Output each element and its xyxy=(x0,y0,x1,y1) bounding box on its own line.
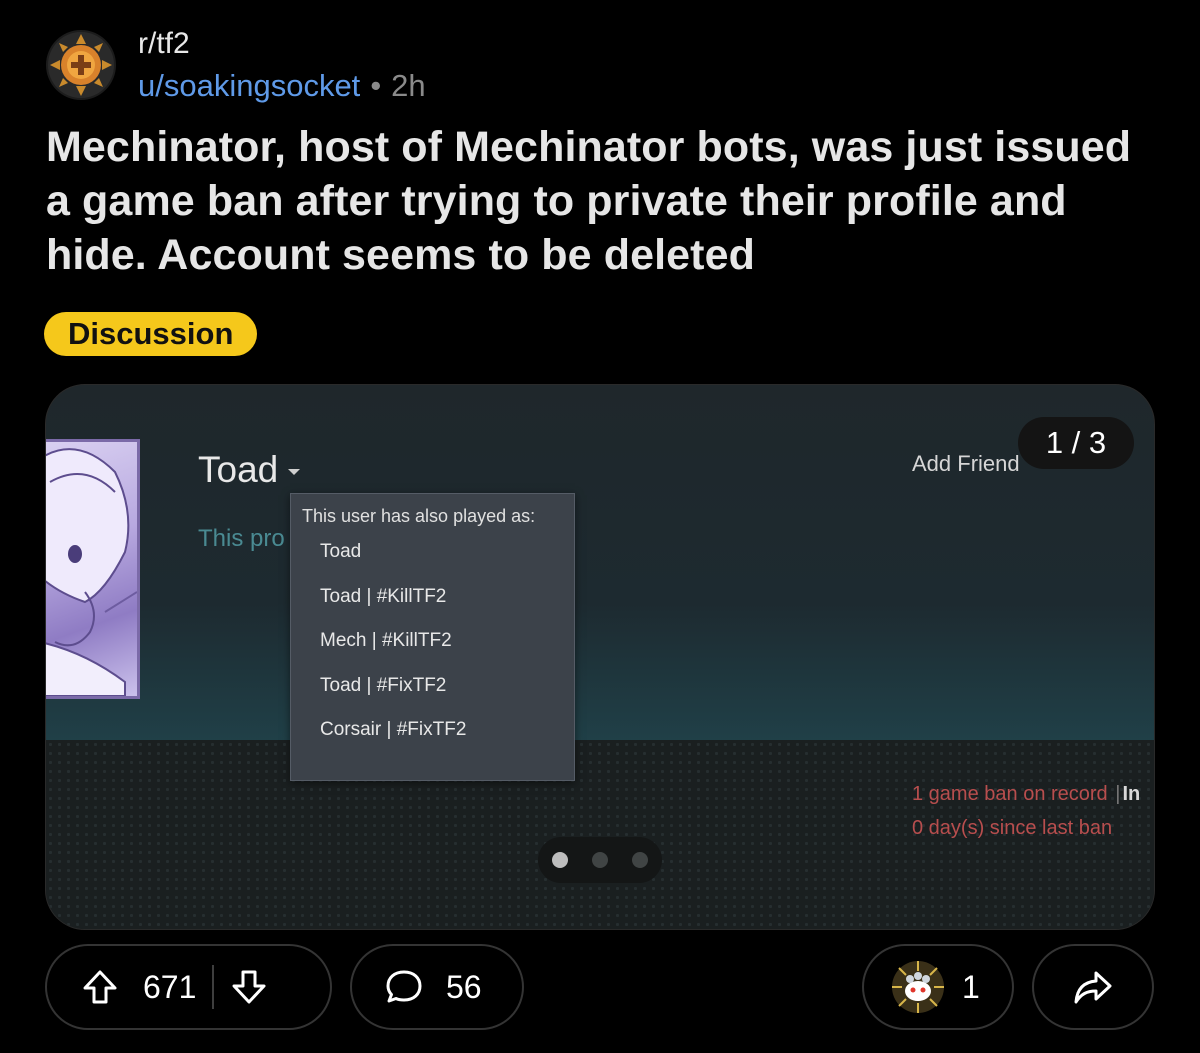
anime-portrait-icon xyxy=(46,448,137,696)
arrow-down-icon xyxy=(232,970,266,1004)
share-button[interactable] xyxy=(1032,944,1154,1030)
award-icon-wrap xyxy=(890,959,946,1015)
chevron-down-icon[interactable] xyxy=(288,469,301,476)
comment-icon-wrap xyxy=(384,967,424,1007)
subreddit-name[interactable]: r/tf2 xyxy=(138,26,426,62)
ban-separator: | xyxy=(1115,783,1121,805)
subreddit-avatar[interactable] xyxy=(46,30,116,100)
comment-bubble-icon xyxy=(386,970,422,1003)
pager-dot[interactable] xyxy=(632,852,648,868)
downvote-button[interactable] xyxy=(230,968,268,1006)
meta-separator: • xyxy=(370,68,382,103)
flair-badge[interactable]: Discussion xyxy=(44,312,258,356)
vote-divider xyxy=(212,965,215,1009)
alias-item: Toad xyxy=(320,541,362,562)
upvote-count: 671 xyxy=(143,968,197,1005)
post-title[interactable]: Mechinator, host of Mechinator bots, was… xyxy=(46,120,1156,282)
private-profile-text: This pro xyxy=(198,525,285,552)
upvote-button[interactable] xyxy=(81,968,119,1006)
arrow-up-icon xyxy=(83,970,117,1004)
image-counter: 1 / 3 xyxy=(1018,417,1134,469)
award-count: 1 xyxy=(962,968,980,1005)
alias-item: Mech | #KillTF2 xyxy=(320,630,452,651)
ban-status: 1 game ban on record | In 0 day(s) since … xyxy=(912,777,1140,845)
alias-dropdown-header: This user has also played as: xyxy=(302,506,536,526)
tf2-logo-icon xyxy=(48,32,114,98)
alias-item: Toad | #KillTF2 xyxy=(320,585,447,607)
award-button[interactable]: 1 xyxy=(862,944,1014,1030)
carousel-pager[interactable] xyxy=(538,837,662,883)
post-header: r/tf2 u/soakingsocket • 2h xyxy=(46,22,1146,112)
days-since-ban: 0 day(s) since last ban xyxy=(912,817,1113,839)
comment-count: 56 xyxy=(446,968,482,1005)
pager-dot[interactable] xyxy=(592,852,608,868)
media-carousel[interactable]: Toad This pro Add Friend ... 1 / 3 This … xyxy=(45,384,1155,930)
alias-item: Corsair | #FixTF2 xyxy=(320,719,467,740)
alias-item: Toad | #FixTF2 xyxy=(320,674,447,696)
post-age: 2h xyxy=(391,68,426,103)
add-friend-button[interactable]: Add Friend xyxy=(912,451,1020,477)
ban-count-text: 1 game ban on record xyxy=(912,783,1108,805)
author-link[interactable]: u/soakingsocket xyxy=(138,68,360,103)
alias-dropdown: This user has also played as: Toad Toad … xyxy=(290,493,575,781)
ban-info-link[interactable]: In xyxy=(1122,783,1140,805)
award-icon xyxy=(892,961,944,1013)
comments-button[interactable]: 56 xyxy=(350,944,524,1030)
vote-bar: 671 xyxy=(45,944,332,1030)
profile-avatar-image xyxy=(46,439,140,699)
pager-dot-active[interactable] xyxy=(552,852,568,868)
profile-name[interactable]: Toad xyxy=(198,449,301,491)
share-arrow-icon xyxy=(1074,971,1112,1004)
profile-name-text: Toad xyxy=(198,449,279,490)
